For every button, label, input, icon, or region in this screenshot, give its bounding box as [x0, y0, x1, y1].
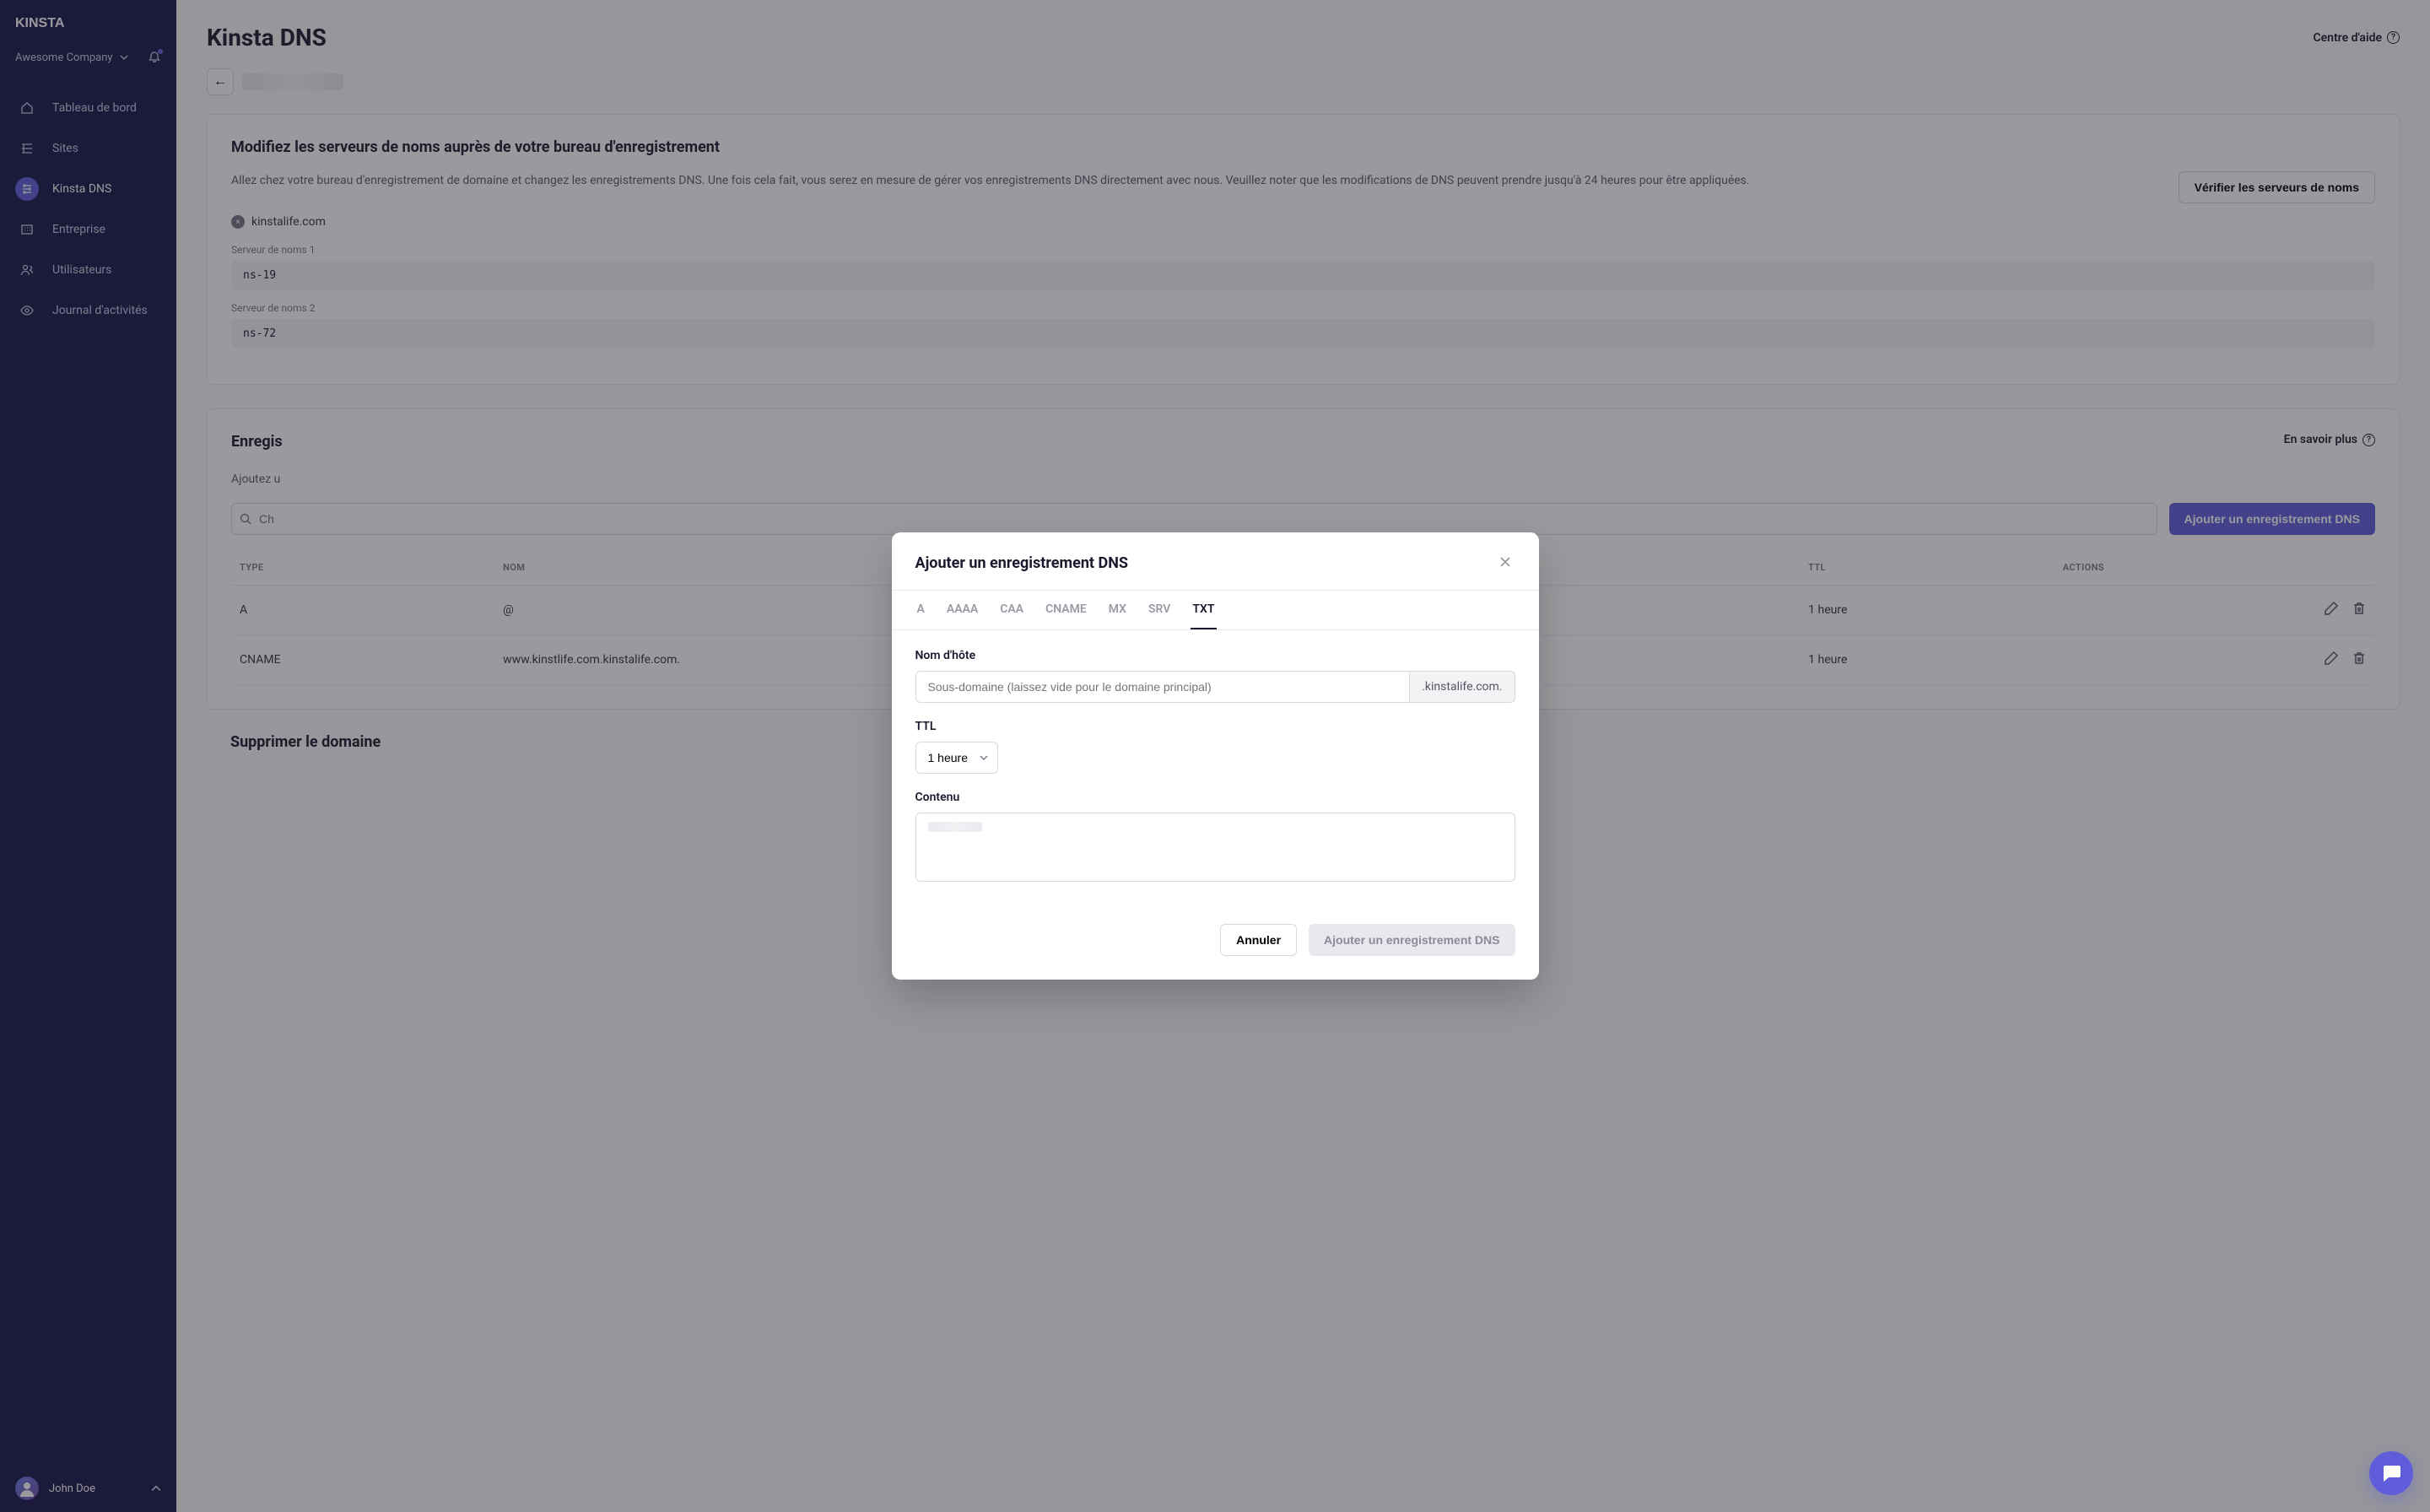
chat-widget[interactable] [2369, 1451, 2413, 1495]
cancel-button[interactable]: Annuler [1220, 924, 1297, 956]
tab-srv[interactable]: SRV [1147, 591, 1172, 629]
content-label: Contenu [915, 791, 1515, 804]
modal-title: Ajouter un enregistrement DNS [915, 554, 1128, 572]
ttl-select[interactable]: 1 heure [915, 742, 998, 774]
hostname-suffix: .kinstalife.com. [1409, 671, 1515, 703]
ttl-label: TTL [915, 720, 1515, 733]
tab-a[interactable]: A [915, 591, 926, 629]
content-skeleton [928, 822, 982, 832]
content-textarea[interactable] [915, 813, 1515, 882]
hostname-input[interactable] [915, 671, 1410, 703]
add-dns-record-modal: Ajouter un enregistrement DNS A AAAA CAA… [892, 532, 1539, 980]
tab-mx[interactable]: MX [1107, 591, 1128, 629]
chat-icon [2380, 1462, 2402, 1484]
tab-txt[interactable]: TXT [1191, 591, 1216, 629]
modal-close-button[interactable] [1495, 553, 1515, 573]
tab-cname[interactable]: CNAME [1044, 591, 1088, 629]
close-icon [1499, 556, 1511, 568]
modal-tabs: A AAAA CAA CNAME MX SRV TXT [892, 590, 1539, 630]
submit-button[interactable]: Ajouter un enregistrement DNS [1309, 924, 1515, 956]
hostname-label: Nom d'hôte [915, 649, 1515, 662]
tab-aaaa[interactable]: AAAA [945, 591, 980, 629]
tab-caa[interactable]: CAA [998, 591, 1025, 629]
modal-overlay[interactable]: Ajouter un enregistrement DNS A AAAA CAA… [0, 0, 2430, 1512]
